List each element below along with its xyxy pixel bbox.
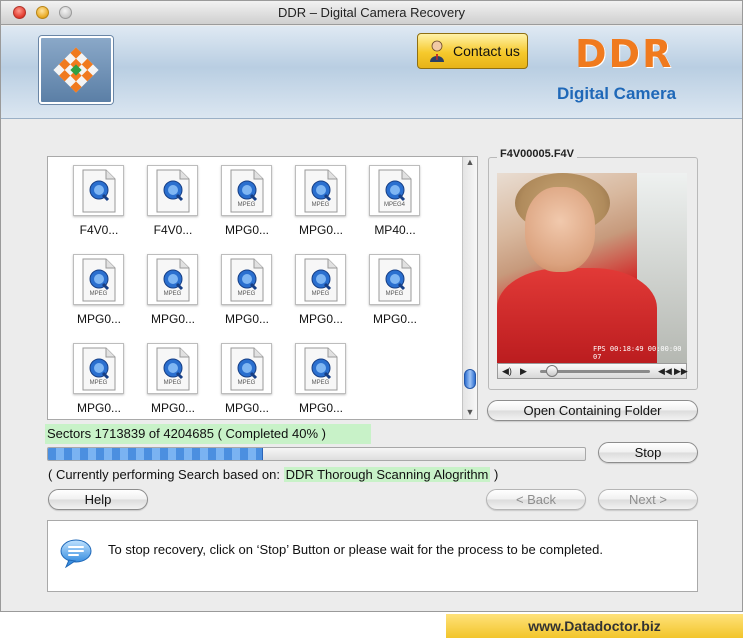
back-button[interactable]: < Back: [486, 489, 586, 510]
video-timestamp: FPS 00:18:49 00:00:00 07: [593, 345, 682, 361]
video-file-icon: MPEG: [73, 254, 124, 305]
scan-algorithm-name: DDR Thorough Scanning Alogrithm: [283, 467, 491, 482]
video-file-icon: [73, 165, 124, 216]
brand-subtitle: Digital Camera: [557, 84, 677, 103]
scan-status-suffix: ): [490, 467, 499, 482]
video-file-icon: MPEG: [147, 343, 198, 394]
file-item[interactable]: MPEG MPG0...: [352, 254, 422, 340]
video-file-icon: MPEG: [295, 343, 346, 394]
scan-progress-bar: [47, 447, 586, 461]
video-file-icon: MPEG: [369, 254, 420, 305]
file-name-label: MP40...: [374, 223, 416, 237]
file-item[interactable]: MPEG4 MP40...: [352, 165, 422, 251]
file-type-label: MPEG: [237, 291, 256, 297]
help-button[interactable]: Help: [48, 489, 148, 510]
file-type-label: MPEG: [311, 291, 330, 297]
video-file-icon: MPEG4: [369, 165, 420, 216]
video-file-icon: MPEG: [221, 254, 272, 305]
file-item[interactable]: MPEG MPG0...: [278, 165, 348, 251]
video-file-icon: MPEG: [295, 165, 346, 216]
file-type-label: MPEG: [237, 380, 256, 386]
video-file-icon: MPEG: [73, 343, 124, 394]
preview-filename: F4V00005.F4V: [497, 148, 577, 160]
file-item[interactable]: MPEG MPG0...: [278, 343, 348, 419]
scrollbar-thumb[interactable]: [464, 369, 476, 389]
file-item[interactable]: F4V0...: [56, 165, 126, 251]
scan-status-line: ( Currently performing Search based on: …: [48, 467, 498, 482]
file-type-label: MPEG: [385, 291, 404, 297]
file-item[interactable]: F4V0...: [130, 165, 200, 251]
checker-logo-icon: [53, 47, 99, 93]
video-controls: ◀) ▶ ◀◀ ▶▶: [497, 363, 688, 379]
scroll-up-arrow-icon[interactable]: ▲: [465, 157, 475, 167]
file-type-label: MPEG: [311, 202, 330, 208]
scroll-down-arrow-icon[interactable]: ▼: [465, 407, 475, 417]
app-window: DDR – Digital Camera Recovery Contact us…: [0, 0, 743, 612]
file-item[interactable]: MPEG MPG0...: [56, 254, 126, 340]
scan-progress-fill: [48, 448, 263, 460]
volume-icon[interactable]: ◀): [502, 365, 512, 377]
file-list-scrollbar[interactable]: ▲ ▼: [462, 157, 477, 419]
info-message-box: To stop recovery, click on ‘Stop’ Button…: [47, 520, 698, 592]
brand-name: DDR: [575, 32, 674, 76]
file-item[interactable]: MPEG MPG0...: [130, 254, 200, 340]
file-type-label: MPEG: [163, 291, 182, 297]
file-item[interactable]: MPEG MPG0...: [130, 343, 200, 419]
file-type-label: MPEG: [237, 202, 256, 208]
file-type-label: MPEG: [311, 380, 330, 386]
file-item[interactable]: MPEG MPG0...: [204, 165, 274, 251]
contact-us-label: Contact us: [453, 43, 520, 59]
file-type-label: MPEG4: [383, 202, 405, 208]
file-item[interactable]: MPEG MPG0...: [204, 254, 274, 340]
contact-us-button[interactable]: Contact us: [417, 33, 528, 69]
video-file-icon: MPEG: [147, 254, 198, 305]
person-icon: [430, 40, 444, 62]
file-type-label: MPEG: [89, 380, 108, 386]
file-item[interactable]: MPEG MPG0...: [56, 343, 126, 419]
rewind-icon[interactable]: ◀◀: [658, 365, 672, 377]
file-name-label: MPG0...: [372, 312, 417, 326]
scan-status-prefix: ( Currently performing Search based on:: [48, 467, 284, 482]
app-logo: [39, 36, 113, 104]
play-icon[interactable]: ▶: [520, 365, 527, 377]
info-message: To stop recovery, click on ‘Stop’ Button…: [108, 542, 603, 557]
video-file-icon: MPEG: [221, 343, 272, 394]
stop-button[interactable]: Stop: [598, 442, 698, 463]
footer-url-strip: www.Datadoctor.biz: [446, 614, 743, 638]
recovered-files-panel: F4V0... F4V0... MPEG MPG0... MPEG MPG0... MPEG…: [47, 156, 478, 420]
window-title: DDR – Digital Camera Recovery: [277, 5, 466, 20]
open-containing-folder-button[interactable]: Open Containing Folder: [487, 400, 698, 421]
file-name-label: MPG0...: [298, 401, 343, 415]
video-file-icon: MPEG: [295, 254, 346, 305]
file-type-label: MPEG: [89, 291, 108, 297]
next-button[interactable]: Next >: [598, 489, 698, 510]
video-subject-face: [525, 187, 595, 272]
video-file-icon: [147, 165, 198, 216]
file-item[interactable]: MPEG MPG0...: [278, 254, 348, 340]
video-preview[interactable]: FPS 00:18:49 00:00:00 07: [497, 173, 687, 363]
fast-forward-icon[interactable]: ▶▶: [674, 365, 688, 377]
video-seek-knob[interactable]: [546, 365, 558, 377]
video-file-icon: MPEG: [221, 165, 272, 216]
header-banner: Contact us DDR Digital Camera: [1, 26, 742, 119]
footer-url[interactable]: www.Datadoctor.biz: [446, 618, 743, 634]
title-bar: DDR – Digital Camera Recovery: [1, 1, 742, 25]
file-item[interactable]: MPEG MPG0...: [204, 343, 274, 419]
file-type-label: MPEG: [163, 380, 182, 386]
speech-bubble-icon: [60, 539, 92, 568]
sectors-progress-text: Sectors 1713839 of 4204685 ( Completed 4…: [45, 424, 371, 444]
